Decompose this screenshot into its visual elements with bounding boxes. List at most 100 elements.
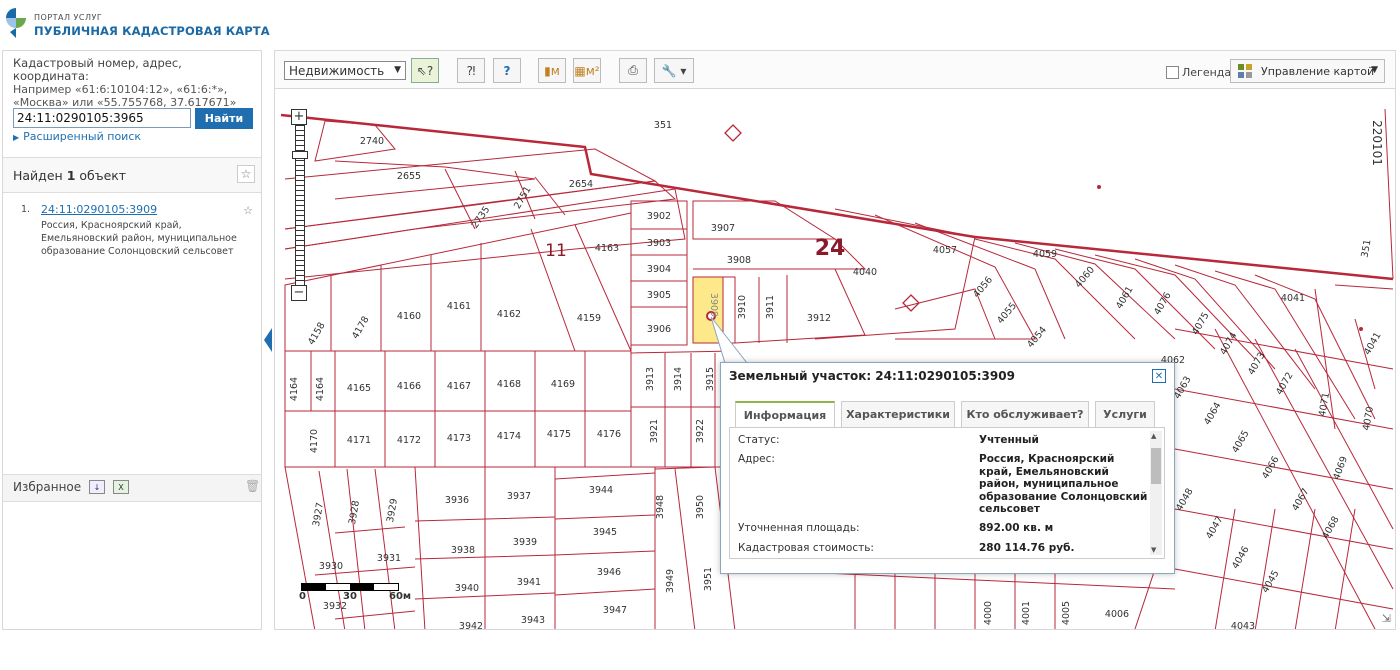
parcel-label: 4164	[289, 377, 300, 401]
identify-area-button[interactable]: ⁈	[457, 58, 485, 83]
trash-icon[interactable]: 🗑	[245, 479, 260, 493]
identify-cursor-button[interactable]: ⇖?	[411, 58, 439, 83]
dropdown-arrow-icon: ▼	[1371, 65, 1378, 75]
zoom-track[interactable]	[295, 125, 305, 285]
parcel-label: 4073	[1246, 351, 1268, 377]
grid-icon	[1238, 64, 1252, 78]
advanced-search-link[interactable]: ▶ Расширенный поиск	[13, 130, 141, 143]
parcel-label: 4056	[971, 275, 995, 301]
parcel-label: 3948	[655, 495, 666, 519]
scroll-down-icon[interactable]: ▼	[1151, 546, 1156, 554]
parcel-label: 2655	[397, 171, 421, 182]
map-canvas[interactable]: 24 11 351 2740 2655 2735 2751 2654 22010…	[274, 88, 1396, 630]
parcel-label: 4173	[447, 433, 471, 444]
search-button[interactable]: Найти	[195, 108, 253, 129]
result-address: Россия, Красноярский край, Емельяновский…	[41, 220, 237, 257]
result-cadastral-link[interactable]: 24:11:0290105:3909	[41, 203, 157, 216]
resize-icon[interactable]: ⇲	[1382, 612, 1391, 625]
advanced-search-label: Расширенный поиск	[23, 130, 142, 143]
found-prefix: Найден	[13, 168, 63, 183]
page-title[interactable]: ПУБЛИЧНАЯ КАДАСТРОВАЯ КАРТА	[34, 24, 270, 38]
parcel-label: 3932	[323, 601, 347, 612]
parcel-label: 3946	[597, 567, 621, 578]
parcel-label: 4067	[1290, 487, 1312, 513]
wrench-icon: 🔧 ▾	[661, 63, 687, 78]
print-button[interactable]: ⎙	[619, 58, 647, 83]
legend-label: Легенда	[1182, 66, 1232, 79]
info-popup: Земельный участок: 24:11:0290105:3909 ✕ …	[720, 362, 1175, 574]
zoom-handle[interactable]	[292, 151, 308, 159]
parcel-label: 4064	[1202, 401, 1224, 427]
parcel-label: 3913	[645, 367, 656, 391]
parcel-label: 3922	[695, 419, 706, 443]
parcel-label: 3951	[703, 567, 714, 591]
parcel-label: 4167	[447, 381, 471, 392]
parcel-label: 4061	[1114, 285, 1136, 311]
found-count: 1	[66, 168, 76, 183]
parcel-label: 4047	[1204, 515, 1226, 541]
scroll-up-icon[interactable]: ▲	[1151, 432, 1156, 440]
favorite-star-icon[interactable]: ☆	[241, 203, 255, 217]
close-icon[interactable]: ✕	[1152, 369, 1166, 383]
parcel-label: 4169	[551, 379, 575, 390]
measure-length-button[interactable]: ▮м	[538, 58, 566, 83]
scrollbar-thumb[interactable]	[1151, 448, 1161, 484]
parcel-label: 3950	[695, 495, 706, 519]
address-label: Адрес:	[738, 453, 775, 465]
parcel-label: 220101	[1370, 120, 1384, 166]
tab-who-serves[interactable]: Кто обслуживает?	[961, 401, 1089, 427]
ruler-icon: ▮м	[544, 63, 560, 78]
parcel-label: 3937	[507, 491, 531, 502]
collapse-sidebar-arrow-icon[interactable]	[264, 328, 272, 352]
popup-scrollbar[interactable]: ▲ ▼	[1150, 431, 1162, 555]
tools-menu-button[interactable]: 🔧 ▾	[654, 58, 694, 83]
tab-services[interactable]: Услуги	[1095, 401, 1155, 427]
measure-area-button[interactable]: ▦м²	[573, 58, 601, 83]
parcel-label: 3914	[673, 367, 684, 391]
parcel-label: 4165	[347, 383, 371, 394]
parcel-label: 4176	[597, 429, 621, 440]
parcel-label: 3931	[377, 553, 401, 564]
scale-bar-graphic	[301, 583, 399, 591]
tab-characteristics[interactable]: Характеристики	[841, 401, 955, 427]
cost-value: 280 114.76 руб.	[979, 542, 1075, 554]
parcel-label: 4070	[1361, 406, 1376, 432]
scale-label-60: 60м	[389, 591, 412, 602]
parcel-label: 3921	[649, 419, 660, 443]
printer-icon: ⎙	[628, 63, 638, 77]
parcel-label: 3936	[445, 495, 469, 506]
parcel-label: 4174	[497, 431, 521, 442]
export-excel-icon[interactable]: X	[113, 480, 129, 494]
parcel-label: 3942	[459, 621, 483, 630]
address-value: Россия, Красноярский край, Емельяновский…	[979, 453, 1148, 515]
search-input[interactable]	[13, 108, 191, 128]
cursor-icon: ⇖?	[416, 63, 434, 78]
parcel-label: 4158	[306, 321, 328, 347]
layer-select[interactable]: Недвижимость ▼	[284, 61, 406, 80]
zoom-in-button[interactable]: +	[291, 109, 307, 125]
info-button[interactable]: ?	[493, 58, 521, 83]
parcel-label: 4006	[1105, 609, 1129, 620]
parcel-label: 3904	[647, 264, 671, 275]
tab-info[interactable]: Информация	[735, 401, 835, 427]
import-icon[interactable]: ↓	[89, 480, 105, 494]
parcel-label: 3947	[603, 605, 627, 616]
parcel-label: 3902	[647, 211, 671, 222]
legend-checkbox[interactable]	[1166, 66, 1179, 79]
parcel-label: 4063	[1172, 375, 1194, 401]
area-icon: ▦м²	[574, 63, 600, 78]
zoom-out-button[interactable]: −	[291, 285, 307, 301]
parcel-label: 4170	[309, 429, 320, 453]
popup-title: Земельный участок: 24:11:0290105:3909	[729, 369, 1015, 383]
star-icon[interactable]: ☆	[237, 165, 255, 183]
map-control-dropdown[interactable]: Управление картой ▼	[1230, 59, 1385, 83]
popup-tabs: Информация Характеристики Кто обслуживае…	[735, 401, 1155, 427]
parcel-label: 3907	[711, 223, 735, 234]
found-suffix: объект	[79, 168, 127, 183]
parcel-label: 4001	[1021, 601, 1032, 625]
zoom-control[interactable]: + −	[291, 109, 309, 301]
header: ПОРТАЛ УСЛУГ ПУБЛИЧНАЯ КАДАСТРОВАЯ КАРТА	[0, 0, 1400, 48]
parcel-label: 4000	[983, 601, 994, 625]
parcel-label: 4065	[1230, 429, 1252, 455]
info-box-icon: ?	[503, 63, 511, 78]
